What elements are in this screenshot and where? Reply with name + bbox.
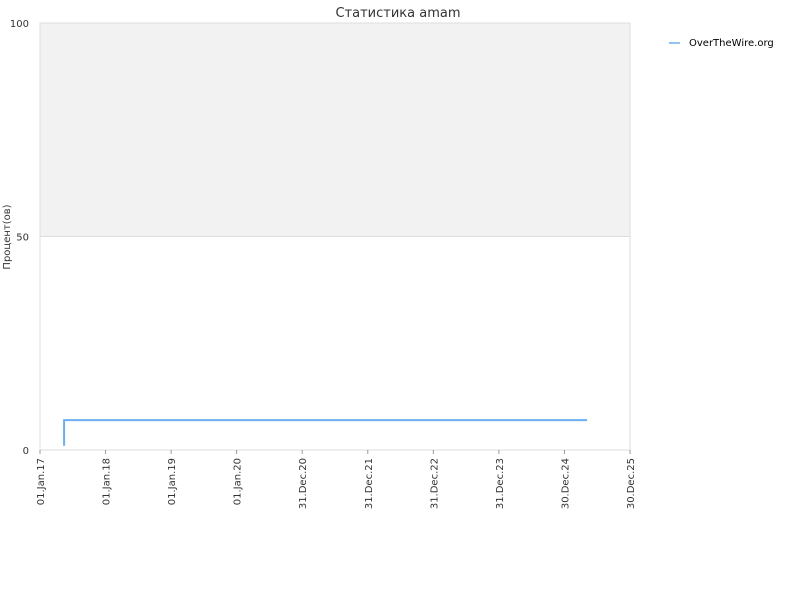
x-tick-label: 31.Dec.22 <box>429 458 440 509</box>
x-tick-label: 01.Jan.20 <box>233 458 244 505</box>
chart-title: Статистика amam <box>335 6 460 21</box>
x-tick-label: 01.Jan.17 <box>36 458 47 505</box>
x-axis: 01.Jan.17 01.Jan.18 01.Jan.19 01.Jan.20 31.D… <box>36 450 637 509</box>
x-tick-label: 31.Dec.21 <box>364 458 375 509</box>
legend-label: OverTheWire.org <box>689 38 774 49</box>
x-tick-label: 31.Dec.20 <box>298 458 309 509</box>
plot-band <box>40 23 630 237</box>
series-line <box>63 419 588 446</box>
y-tick-label: 100 <box>10 19 29 30</box>
x-tick-label: 31.Dec.23 <box>495 458 506 509</box>
x-tick-label: 01.Jan.18 <box>102 458 113 505</box>
series-layer <box>63 419 588 446</box>
x-tick-label: 30.Dec.24 <box>560 458 571 509</box>
y-tick-label: 0 <box>23 446 29 457</box>
chart: Статистика amam 050100 01.Jan.17 01.Jan.1… <box>2 6 774 509</box>
x-tick-label: 30.Dec.25 <box>626 458 637 509</box>
y-tick-label: 50 <box>16 233 29 244</box>
y-axis-label: Процент(ов) <box>2 204 13 269</box>
legend: OverTheWire.org <box>669 38 774 49</box>
x-tick-label: 01.Jan.19 <box>167 458 178 505</box>
